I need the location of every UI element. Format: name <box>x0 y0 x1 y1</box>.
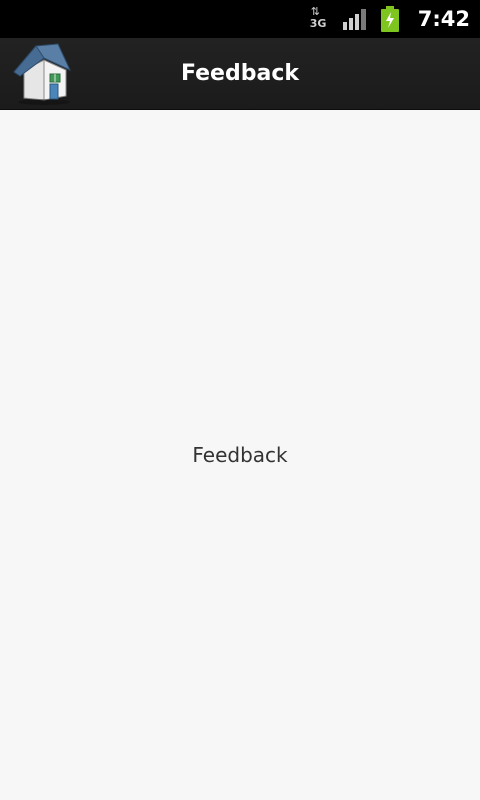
status-clock: 7:42 <box>417 7 470 31</box>
network-type-label: 3G <box>309 17 327 30</box>
status-bar: ⇅ 3G 7:42 <box>0 0 480 38</box>
page-title: Feedback <box>181 61 299 86</box>
data-3g-icon: ⇅ 3G <box>309 5 327 30</box>
content-area: Feedback <box>0 110 480 800</box>
app-bar: Feedback <box>0 38 480 110</box>
battery-charging-icon <box>380 6 399 32</box>
signal-strength-icon <box>342 9 366 30</box>
feedback-label: Feedback <box>192 443 288 467</box>
